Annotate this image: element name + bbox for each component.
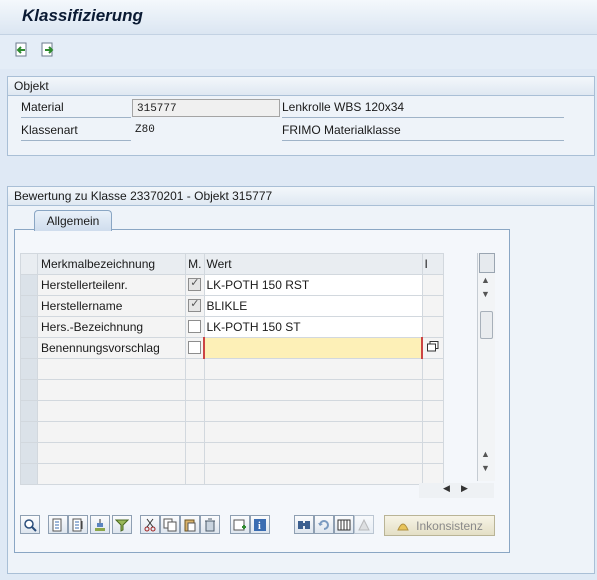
objekt-group-title: Objekt: [8, 77, 594, 96]
material-label: Material: [21, 100, 131, 118]
insert-row-icon[interactable]: [230, 515, 250, 534]
horizontal-scrollbar[interactable]: ◀ ▶: [419, 483, 494, 498]
row-selector[interactable]: [20, 316, 38, 338]
info-icon[interactable]: i: [250, 515, 270, 534]
find-icon[interactable]: [294, 515, 314, 534]
scroll-down-top-icon[interactable]: ▼: [478, 287, 493, 301]
table-row: Hers.-Bezeichnung LK-POTH 150 ST: [20, 316, 444, 338]
row-selector[interactable]: [20, 274, 38, 296]
total-icon[interactable]: [90, 515, 110, 534]
scroll-thumb[interactable]: [480, 311, 493, 339]
table-row: [20, 463, 444, 485]
column-header-merkmal[interactable]: Merkmalbezeichnung: [37, 253, 186, 275]
wert-cell[interactable]: LK-POTH 150 ST: [203, 316, 423, 338]
cut-icon[interactable]: [140, 515, 160, 534]
table-row: Benennungsvorschlag: [20, 337, 444, 359]
scroll-right-icon[interactable]: ▶: [461, 483, 468, 494]
table-row: Herstellerteilenr. LK-POTH 150 RST: [20, 274, 444, 296]
warning-bell-icon: [397, 523, 409, 530]
graphic-icon[interactable]: [354, 515, 374, 534]
tab-allgemein[interactable]: Allgemein: [34, 210, 112, 231]
value-help-icon[interactable]: [421, 337, 444, 359]
m-checkbox[interactable]: [188, 341, 201, 354]
scroll-left-icon[interactable]: ◀: [443, 483, 450, 494]
wert-cell[interactable]: BLIKLE: [203, 295, 423, 317]
column-header-i[interactable]: I: [421, 253, 444, 275]
material-description: Lenkrolle WBS 120x34: [282, 100, 564, 118]
table-row: [20, 379, 444, 401]
sort-descending-icon[interactable]: [68, 515, 88, 534]
filter-icon[interactable]: [112, 515, 132, 534]
table-row: [20, 421, 444, 443]
klassenart-description: FRIMO Materialklasse: [282, 123, 564, 141]
column-header-wert[interactable]: Wert: [203, 253, 423, 275]
row-selector[interactable]: [20, 295, 38, 317]
columns-icon[interactable]: [334, 515, 354, 534]
scroll-up-bottom-icon[interactable]: ▲: [478, 447, 493, 461]
merkmal-cell: Hers.-Bezeichnung: [37, 316, 186, 338]
svg-text:i: i: [258, 521, 261, 532]
table-header-row: Merkmalbezeichnung M. Wert I: [20, 253, 444, 275]
merkmal-cell: Herstellername: [37, 295, 186, 317]
i-cell: [421, 274, 444, 296]
table-row: [20, 358, 444, 380]
column-header-m[interactable]: M.: [185, 253, 205, 275]
klassenart-value: Z80: [135, 124, 155, 136]
bewertung-group-title: Bewertung zu Klasse 23370201 - Objekt 31…: [8, 187, 594, 206]
copy-icon[interactable]: [160, 515, 180, 534]
vertical-scrollbar[interactable]: ▲ ▼ ▲ ▼: [477, 253, 495, 481]
klassenart-label: Klassenart: [21, 123, 131, 141]
table-row: [20, 442, 444, 464]
merkmal-cell: Benennungsvorschlag: [37, 337, 186, 359]
undo-icon[interactable]: [314, 515, 334, 534]
merkmal-cell: Herstellerteilenr.: [37, 274, 186, 296]
previous-object-icon[interactable]: [14, 42, 30, 58]
inkonsistenz-button[interactable]: Inkonsistenz: [384, 515, 495, 536]
scroll-up-top-icon[interactable]: ▲: [478, 273, 493, 287]
wert-input[interactable]: [203, 337, 423, 359]
column-settings-icon[interactable]: [478, 253, 495, 273]
i-cell: [421, 316, 444, 338]
m-checkbox[interactable]: [188, 297, 202, 312]
merkmal-table: Merkmalbezeichnung M. Wert I Herstellert…: [20, 253, 444, 485]
table-row: Herstellername BLIKLE: [20, 295, 444, 317]
scroll-down-bottom-icon[interactable]: ▼: [478, 461, 493, 475]
application-toolbar: [0, 35, 597, 69]
i-cell: [421, 295, 444, 317]
delete-icon[interactable]: [200, 515, 220, 534]
sort-ascending-icon[interactable]: [48, 515, 68, 534]
wert-cell[interactable]: LK-POTH 150 RST: [203, 274, 423, 296]
m-checkbox[interactable]: [188, 320, 202, 333]
inkonsistenz-label: Inkonsistenz: [416, 518, 483, 533]
paste-icon[interactable]: [180, 515, 200, 534]
row-selector[interactable]: [20, 337, 38, 359]
table-row: [20, 400, 444, 422]
next-object-icon[interactable]: [40, 42, 56, 58]
m-checkbox[interactable]: [188, 276, 202, 291]
page-title: Klassifizierung: [22, 6, 143, 25]
details-icon[interactable]: [20, 515, 40, 534]
select-all-cell[interactable]: [20, 253, 38, 275]
material-field[interactable]: 315777: [132, 99, 280, 117]
